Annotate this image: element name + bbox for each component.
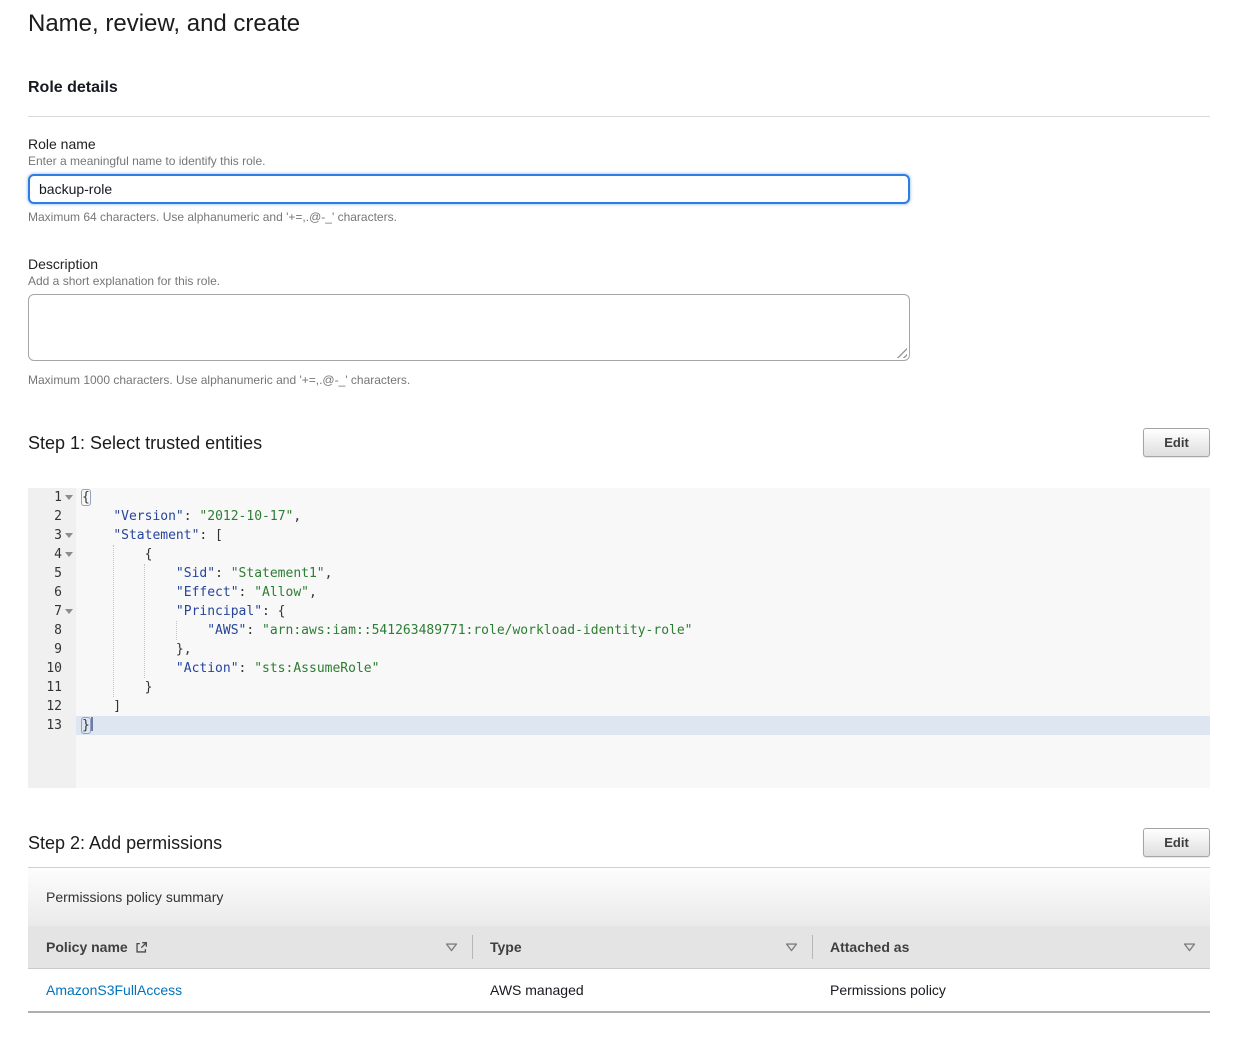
external-link-icon [135,941,148,954]
gutter-line: 6 [28,583,76,602]
step1-heading: Step 1: Select trusted entities [28,432,262,454]
permissions-panel: Permissions policy summary Policy name T… [28,867,1210,1013]
table-row: AmazonS3FullAccess AWS managed Permissio… [28,969,1210,1013]
code-line[interactable]: { [76,488,1210,507]
gutter-line: 8 [28,621,76,640]
code-line[interactable]: ] [76,697,1210,716]
column-header-attached-as: Attached as [812,926,1210,968]
column-header-type: Type [472,926,812,968]
step2-edit-button[interactable]: Edit [1143,828,1210,857]
permissions-panel-title: Permissions policy summary [46,889,223,905]
gutter-line: 4 [28,545,76,564]
gutter-line: 9 [28,640,76,659]
page-title: Name, review, and create [28,10,1210,38]
fold-icon[interactable] [65,609,73,614]
editor-code[interactable]: { "Version": "2012-10-17", "Statement": … [76,488,1210,788]
role-name-input[interactable] [28,174,910,204]
code-line[interactable]: "AWS": "arn:aws:iam::541263489771:role/w… [76,621,1210,640]
role-name-constraint: Maximum 64 characters. Use alphanumeric … [28,210,1210,224]
role-name-hint: Enter a meaningful name to identify this… [28,154,1210,169]
code-line[interactable]: "Sid": "Statement1", [76,564,1210,583]
gutter-line: 3 [28,526,76,545]
role-name-label: Role name [28,135,1210,153]
code-line[interactable]: } [76,716,1210,735]
step2-heading: Step 2: Add permissions [28,832,222,854]
gutter-line: 13 [28,716,76,735]
permissions-panel-header: Permissions policy summary [28,868,1210,926]
code-line[interactable]: "Principal": { [76,602,1210,621]
code-line[interactable]: "Effect": "Allow", [76,583,1210,602]
filter-dropdown-icon[interactable] [785,943,798,952]
code-line[interactable]: }, [76,640,1210,659]
description-label: Description [28,255,1210,273]
gutter-line: 5 [28,564,76,583]
gutter-line: 12 [28,697,76,716]
policy-attached-as-cell: Permissions policy [812,982,1210,998]
gutter-line: 10 [28,659,76,678]
code-line[interactable]: "Statement": [ [76,526,1210,545]
role-details-heading: Role details [28,78,1210,98]
fold-icon[interactable] [65,495,73,500]
column-header-policy-name: Policy name [28,926,472,968]
policy-name-link[interactable]: AmazonS3FullAccess [46,982,182,998]
text-cursor [91,717,93,731]
step1-edit-button[interactable]: Edit [1143,428,1210,457]
gutter-line: 11 [28,678,76,697]
code-line[interactable]: } [76,678,1210,697]
page-content: Name, review, and create Role details Ro… [0,0,1242,1013]
gutter-line: 2 [28,507,76,526]
table-header-row: Policy name Type At [28,926,1210,969]
code-line[interactable]: { [76,545,1210,564]
code-line[interactable]: "Version": "2012-10-17", [76,507,1210,526]
description-constraint: Maximum 1000 characters. Use alphanumeri… [28,373,1210,387]
editor-gutter: 12345678910111213 [28,488,76,788]
gutter-line: 7 [28,602,76,621]
fold-icon[interactable] [65,533,73,538]
fold-icon[interactable] [65,552,73,557]
policy-type-cell: AWS managed [472,982,812,998]
filter-dropdown-icon[interactable] [1183,943,1196,952]
section-divider [28,116,1210,117]
trust-policy-editor[interactable]: 12345678910111213 { "Version": "2012-10-… [28,488,1210,788]
description-hint: Add a short explanation for this role. [28,274,1210,289]
gutter-line: 1 [28,488,76,507]
filter-dropdown-icon[interactable] [445,943,458,952]
description-textarea[interactable] [28,294,910,361]
code-line[interactable]: "Action": "sts:AssumeRole" [76,659,1210,678]
